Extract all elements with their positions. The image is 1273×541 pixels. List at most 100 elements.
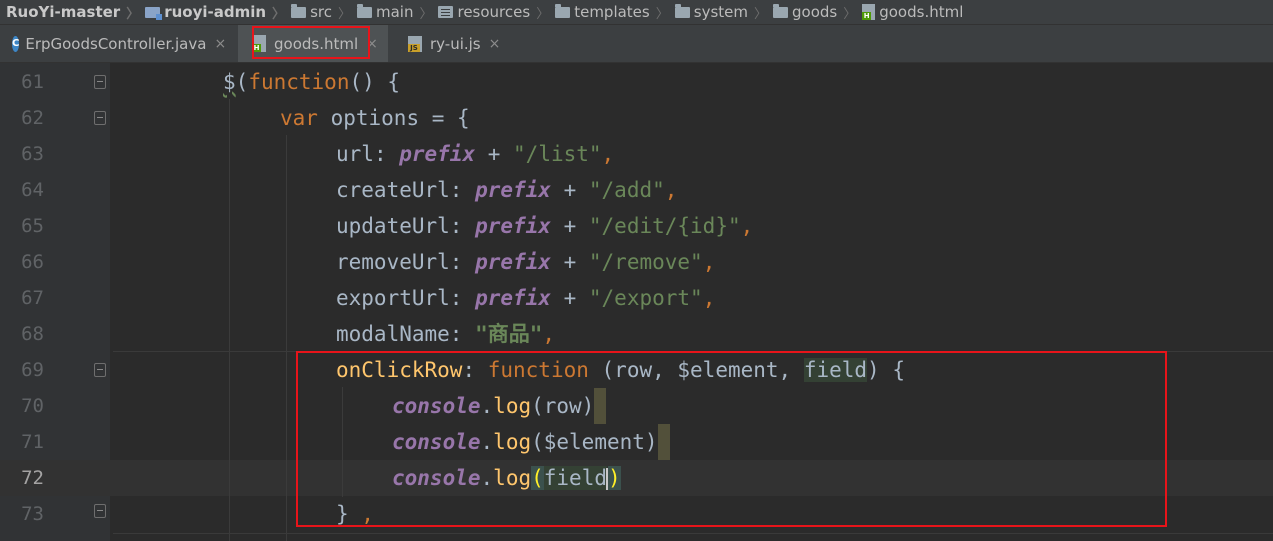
line-number: 70 [21, 395, 44, 417]
code-line[interactable]: 70 console.log(row) [0, 388, 1273, 424]
code-token: ) [607, 466, 621, 490]
code-token: : [449, 286, 476, 310]
code-token: , [740, 214, 754, 238]
folder-icon [773, 3, 788, 18]
code-token: . [480, 430, 494, 454]
breadcrumb-goods[interactable]: goods 〉 [767, 3, 856, 22]
code-line[interactable]: 65 updateUrl: prefix + "/edit/{id}", [0, 208, 1273, 244]
code-line[interactable]: 61 $(function() { [0, 64, 1273, 100]
breadcrumb-main[interactable]: main 〉 [351, 3, 432, 22]
breadcrumb-module[interactable]: ruoyi-admin 〉 [139, 3, 285, 22]
close-icon[interactable]: × [214, 36, 226, 52]
indent-guide [229, 99, 230, 541]
code-token: prefix [475, 286, 551, 310]
code-token: var [280, 106, 318, 130]
code-token: , [601, 142, 615, 166]
code-token: field [803, 358, 868, 382]
code-token: "/remove" [588, 250, 703, 274]
tab-ry-ui-js[interactable]: ry-ui.js × [388, 25, 510, 62]
fold-marker-icon[interactable] [94, 111, 106, 125]
code-line[interactable]: 64 createUrl: prefix + "/add", [0, 172, 1273, 208]
code-line[interactable]: 62 var options = { [0, 100, 1273, 136]
fold-marker-icon[interactable] [94, 504, 106, 518]
code-line[interactable]: 68 modalName: "商品", [0, 316, 1273, 352]
code-token: : [462, 358, 488, 382]
code-token: field [543, 466, 607, 490]
code-token: + [550, 286, 589, 310]
breadcrumb-separator: 〉 [843, 6, 857, 22]
editor-tabs: C ErpGoodsController.java × goods.html ×… [0, 25, 1273, 63]
breadcrumb-system[interactable]: system 〉 [669, 3, 767, 22]
code-token: $ [223, 70, 236, 94]
breadcrumb-templates[interactable]: templates 〉 [549, 3, 669, 22]
js-file-icon [408, 35, 422, 52]
code-token: exportUrl [336, 286, 450, 310]
tab-erpgoodscontroller[interactable]: C ErpGoodsController.java × [0, 25, 226, 62]
line-number: 63 [21, 143, 44, 165]
code-line[interactable]: 73 } , [0, 496, 1273, 532]
line-number: 64 [21, 179, 44, 201]
code-token: log [493, 394, 532, 418]
html-file-icon [862, 4, 876, 20]
html-file-icon [252, 35, 266, 52]
code-token: . [480, 394, 494, 418]
folder-icon [674, 3, 690, 18]
line-number: 72 [21, 467, 44, 489]
fold-marker-icon[interactable] [94, 75, 106, 89]
code-token: url [336, 142, 374, 166]
code-token: prefix [475, 178, 551, 202]
code-token: updateUrl [336, 214, 450, 238]
code-token: : [449, 322, 476, 346]
line-number: 62 [21, 107, 44, 129]
code-token: log [493, 466, 532, 490]
folder-icon [291, 3, 307, 18]
code-token: (row, $element, [588, 358, 804, 382]
warning-marker [657, 424, 670, 460]
close-icon[interactable]: × [489, 36, 501, 52]
warning-marker [594, 388, 607, 424]
code-token: + [550, 250, 589, 274]
fold-marker-icon[interactable] [94, 363, 106, 377]
code-token: prefix [475, 214, 551, 238]
code-line[interactable]: 66 removeUrl: prefix + "/remove", [0, 244, 1273, 280]
code-token: + [550, 214, 589, 238]
code-token: "商品" [475, 322, 543, 346]
resources-folder-icon [438, 6, 454, 18]
indent-guide [286, 135, 287, 541]
code-token: function [248, 70, 350, 94]
code-token: log [493, 430, 532, 454]
breadcrumb-resources[interactable]: resources 〉 [432, 3, 549, 22]
close-icon[interactable]: × [366, 36, 378, 52]
folder-icon [555, 3, 571, 18]
line-number: 61 [21, 71, 44, 93]
code-token: + [475, 142, 514, 166]
code-token: "/edit/{id}" [588, 214, 741, 238]
code-token: function [487, 358, 589, 382]
indent-guide [342, 387, 343, 497]
code-line[interactable]: 63 url: prefix + "/list", [0, 136, 1273, 172]
code-line[interactable]: 71 console.log($element) [0, 424, 1273, 460]
code-line[interactable]: 69 onClickRow: function (row, $element, … [0, 352, 1273, 388]
breadcrumb-src[interactable]: src 〉 [285, 3, 351, 22]
code-token: ( [531, 466, 544, 490]
code-token: "/add" [588, 178, 665, 202]
code-token: options = { [317, 106, 470, 130]
breadcrumb-project[interactable]: RuoYi-master 〉 [0, 3, 139, 22]
line-number: 65 [21, 215, 44, 237]
code-token: ) { [867, 358, 905, 382]
line-number: 68 [21, 323, 44, 345]
breadcrumb-separator: 〉 [753, 6, 767, 22]
code-token: console [392, 466, 481, 490]
code-editor[interactable]: 61 $(function() { 62 var options = { 63 … [0, 63, 1273, 541]
code-line[interactable]: 67 exportUrl: prefix + "/export", [0, 280, 1273, 316]
java-class-icon: C [12, 35, 20, 52]
code-token: + [550, 178, 589, 202]
code-token: , [702, 250, 716, 274]
code-token: "/export" [588, 286, 703, 310]
breadcrumb-file[interactable]: goods.html [856, 3, 963, 21]
code-token: , [542, 322, 556, 346]
tab-goods-html[interactable]: goods.html × [238, 25, 388, 62]
folder-icon [356, 3, 372, 18]
code-token: : [373, 142, 400, 166]
code-line-current[interactable]: 72 console.log(field) [0, 460, 1273, 496]
